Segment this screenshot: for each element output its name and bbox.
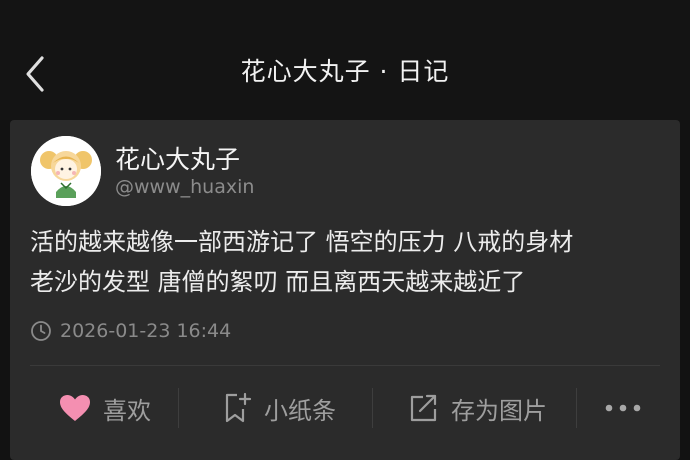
more-button[interactable] (588, 366, 658, 450)
heart-icon (60, 395, 90, 421)
like-label: 喜欢 (103, 396, 151, 425)
author-handle: @www_huaxin (115, 176, 255, 198)
post-timestamp: 2026-01-23 16:44 (30, 316, 231, 346)
action-separator (576, 388, 577, 428)
content-line: 老沙的发型 唐僧的絮叨 而且离西天越来越近了 (30, 268, 526, 296)
save-image-button[interactable]: 存为图片 (382, 366, 572, 450)
more-dots-icon (605, 404, 641, 412)
action-separator (372, 388, 373, 428)
diary-card: 花心大丸子 @www_huaxin 活的越来越像一部西游记了 悟空的压力 八戒的… (10, 120, 680, 460)
timestamp-text: 2026-01-23 16:44 (60, 320, 232, 342)
page-title: 花心大丸子 · 日记 (240, 57, 450, 86)
like-button[interactable]: 喜欢 (40, 366, 170, 450)
action-bar: 喜欢 小纸条 存为图片 (10, 366, 680, 450)
top-bar: 花心大丸子 · 日记 (0, 0, 690, 120)
note-label: 小纸条 (264, 396, 336, 425)
content-line: 活的越来越像一部西游记了 悟空的压力 八戒的身材 (30, 228, 574, 256)
avatar[interactable] (31, 136, 101, 206)
avatar-illustration (31, 136, 101, 206)
post-content: 活的越来越像一部西游记了 悟空的压力 八戒的身材 老沙的发型 唐僧的絮叨 而且离… (30, 222, 670, 302)
share-export-icon (410, 394, 437, 422)
save-image-label: 存为图片 (451, 396, 547, 425)
author-name[interactable]: 花心大丸子 (115, 140, 240, 176)
note-button[interactable]: 小纸条 (194, 366, 364, 450)
bookmark-plus-icon (225, 392, 252, 423)
action-separator (178, 388, 179, 428)
clock-icon (31, 321, 51, 341)
